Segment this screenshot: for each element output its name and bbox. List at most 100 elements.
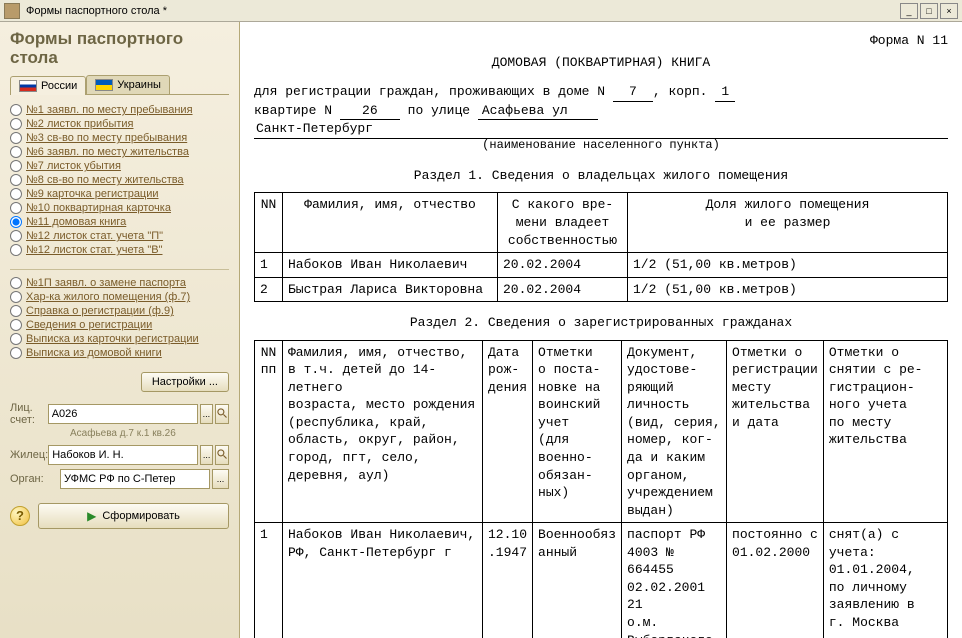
tab-russia-label: России: [41, 80, 77, 92]
form-radio[interactable]: [10, 291, 22, 303]
minimize-button[interactable]: _: [900, 3, 918, 19]
form-list-item[interactable]: Справка о регистрации (ф.9): [10, 304, 229, 318]
intro-1a: для регистрации граждан, проживающих в д…: [254, 84, 605, 99]
document-pane: Форма N 11 ДОМОВАЯ (ПОКВАРТИРНАЯ) КНИГА …: [240, 22, 962, 638]
cell-reg: постоянно с 01.02.2000: [727, 523, 824, 638]
form-item-label: Выписка из карточки регистрации: [26, 333, 199, 345]
form-radio[interactable]: [10, 160, 22, 172]
cell-fio: Набоков Иван Николаевич, РФ, Санкт-Петер…: [283, 523, 483, 638]
col-fio: Фамилия, имя, отчество: [283, 193, 498, 253]
app-icon: [4, 3, 20, 19]
document-title: ДОМОВАЯ (ПОКВАРТИРНАЯ) КНИГА: [254, 54, 948, 72]
form-radio[interactable]: [10, 333, 22, 345]
account-hint: Асафьева д.7 к.1 кв.26: [10, 428, 229, 439]
account-browse-button[interactable]: ...: [200, 404, 213, 424]
organ-label: Орган:: [10, 473, 60, 485]
owners-table: NN Фамилия, имя, отчество С какого вре- …: [254, 192, 948, 302]
tab-ukraine[interactable]: Украины: [86, 75, 170, 94]
tab-russia[interactable]: России: [10, 76, 86, 95]
table-row: 1Набоков Иван Николаевич20.02.20041/2 (5…: [255, 253, 948, 278]
form-radio[interactable]: [10, 277, 22, 289]
organ-input[interactable]: [60, 469, 210, 489]
form-radio[interactable]: [10, 244, 22, 256]
intro-line-1: для регистрации граждан, проживающих в д…: [254, 83, 948, 102]
resident-input[interactable]: [48, 445, 198, 465]
form-item-label: Хар-ка жилого помещения (ф.7): [26, 291, 190, 303]
maximize-button[interactable]: □: [920, 3, 938, 19]
form-radio[interactable]: [10, 174, 22, 186]
flag-ru-icon: [19, 80, 37, 92]
resident-browse-button[interactable]: ...: [200, 445, 213, 465]
form-list-item[interactable]: №9 карточка регистрации: [10, 187, 229, 201]
korpus-number: 1: [715, 83, 735, 102]
table-row: 1Набоков Иван Николаевич, РФ, Санкт-Пете…: [255, 523, 948, 638]
account-search-button[interactable]: [215, 404, 229, 424]
form-radio[interactable]: [10, 319, 22, 331]
form-item-label: №9 карточка регистрации: [26, 188, 159, 200]
form-list-item[interactable]: №7 листок убытия: [10, 159, 229, 173]
col-document: Документ, удостове- ряющий личность (вид…: [622, 340, 727, 522]
form-radio[interactable]: [10, 146, 22, 158]
form-list-item[interactable]: №8 св-во по месту жительства: [10, 173, 229, 187]
form-list-item[interactable]: Выписка из домовой книги: [10, 346, 229, 360]
form-radio[interactable]: [10, 118, 22, 130]
resident-search-button[interactable]: [215, 445, 229, 465]
account-input[interactable]: [48, 404, 198, 424]
form-item-label: №8 св-во по месту жительства: [26, 174, 184, 186]
form-radio[interactable]: [10, 188, 22, 200]
cell-since: 20.02.2004: [498, 253, 628, 278]
country-tabs: России Украины: [10, 75, 229, 95]
form-list-item[interactable]: №1П заявл. о замене паспорта: [10, 276, 229, 290]
cell-n: 1: [255, 253, 283, 278]
section1-title: Раздел 1. Сведения о владельцах жилого п…: [254, 167, 948, 185]
form-item-label: №11 домовая книга: [26, 216, 126, 228]
cell-since: 20.02.2004: [498, 277, 628, 302]
form-list-1: №1 заявл. по месту пребывания№2 листок п…: [10, 103, 229, 257]
cell-dob: 12.10 .1947: [483, 523, 533, 638]
form-radio[interactable]: [10, 216, 22, 228]
form-list-2: №1П заявл. о замене паспорта Хар-ка жилог…: [10, 276, 229, 360]
form-list-item[interactable]: Выписка из карточки регистрации: [10, 332, 229, 346]
settings-button[interactable]: Настройки ...: [141, 372, 229, 392]
col-since: С какого вре- мени владеет собственность…: [498, 193, 628, 253]
tab-ukraine-label: Украины: [117, 79, 161, 91]
form-list-item[interactable]: №12 листок стат. учета "В": [10, 243, 229, 257]
form-item-label: №2 листок прибытия: [26, 118, 134, 130]
cell-share: 1/2 (51,00 кв.метров): [628, 277, 948, 302]
table-row: 2Быстрая Лариса Викторовна20.02.20041/2 …: [255, 277, 948, 302]
col-nn: NN: [255, 193, 283, 253]
close-button[interactable]: ×: [940, 3, 958, 19]
form-radio[interactable]: [10, 230, 22, 242]
form-radio[interactable]: [10, 347, 22, 359]
form-radio[interactable]: [10, 202, 22, 214]
form-list-item[interactable]: №11 домовая книга: [10, 215, 229, 229]
form-item-label: №1П заявл. о замене паспорта: [26, 277, 186, 289]
section2-title: Раздел 2. Сведения о зарегистрированных …: [254, 314, 948, 332]
form-list-item[interactable]: №2 листок прибытия: [10, 117, 229, 131]
form-item-label: Сведения о регистрации: [26, 319, 152, 331]
help-icon[interactable]: ?: [10, 506, 30, 526]
col-military: Отметки о поста- новке на воинский учет …: [533, 340, 622, 522]
sidebar-title: Формы паспортного стола: [10, 30, 229, 67]
form-item-label: Выписка из домовой книги: [26, 347, 162, 359]
play-icon: ▶: [87, 509, 96, 523]
form-list-item[interactable]: №6 заявл. по месту жительства: [10, 145, 229, 159]
form-item-label: №10 поквартирная карточка: [26, 202, 171, 214]
form-list-item[interactable]: Хар-ка жилого помещения (ф.7): [10, 290, 229, 304]
sidebar: Формы паспортного стола России Украины №…: [0, 22, 240, 638]
organ-browse-button[interactable]: ...: [212, 469, 229, 489]
generate-button[interactable]: ▶ Сформировать: [38, 503, 229, 529]
cell-n: 1: [255, 523, 283, 638]
account-label: Лиц. счет:: [10, 402, 48, 426]
generate-label: Сформировать: [102, 510, 180, 522]
form-radio[interactable]: [10, 132, 22, 144]
form-item-label: №3 св-во по месту пребывания: [26, 132, 187, 144]
form-list-item[interactable]: №12 листок стат. учета "П": [10, 229, 229, 243]
intro-2b: по улице: [408, 103, 470, 118]
form-list-item[interactable]: Сведения о регистрации: [10, 318, 229, 332]
form-list-item[interactable]: №1 заявл. по месту пребывания: [10, 103, 229, 117]
form-radio[interactable]: [10, 305, 22, 317]
form-list-item[interactable]: №3 св-во по месту пребывания: [10, 131, 229, 145]
form-list-item[interactable]: №10 поквартирная карточка: [10, 201, 229, 215]
form-radio[interactable]: [10, 104, 22, 116]
